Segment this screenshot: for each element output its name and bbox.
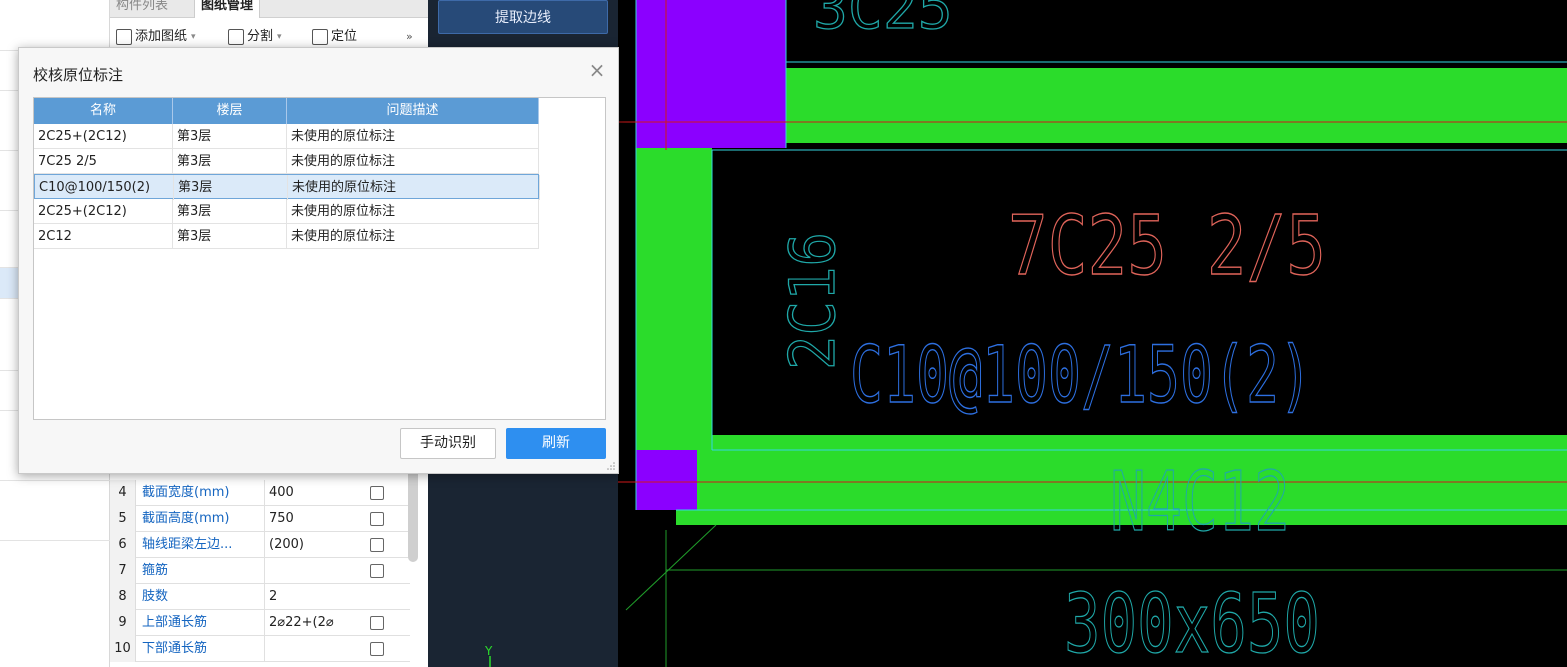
property-value[interactable]: (200) — [264, 532, 350, 558]
issue-table: 名称 楼层 问题描述 2C25+(2C12) 第3层 未使用的原位标注 7C25… — [33, 97, 606, 420]
add-drawing-icon — [116, 29, 132, 45]
chevron-down-icon: ▾ — [277, 32, 282, 42]
left-panel-selected-item[interactable] — [0, 268, 18, 298]
cell-floor: 第3层 — [173, 199, 287, 224]
cell-floor: 第3层 — [173, 124, 287, 149]
cad-drawing: 3C25 7C25 2/5 C10@100/150(2) 2C16 N4C12 … — [618, 0, 1567, 667]
property-name: 下部通长筋 — [142, 641, 208, 656]
split-button[interactable]: 分割 ▾ — [228, 26, 282, 48]
left-panel-divider — [0, 540, 110, 541]
resize-grip-icon[interactable] — [607, 462, 615, 470]
property-row[interactable]: 4 截面宽度(mm) 400 — [110, 480, 410, 506]
property-checkbox[interactable] — [370, 538, 384, 552]
cad-label-waist-rebar[interactable]: N4C12 — [1109, 454, 1290, 550]
manual-identify-button[interactable]: 手动识别 — [400, 428, 496, 459]
property-checkbox[interactable] — [370, 616, 384, 630]
top-left-column[interactable] — [636, 0, 786, 148]
table-row[interactable]: 2C12 第3层 未使用的原位标注 — [34, 224, 539, 249]
left-panel-divider — [0, 480, 110, 481]
cell-name: 7C25 2/5 — [34, 149, 173, 174]
property-value[interactable]: 2 — [264, 584, 350, 610]
table-row[interactable]: 2C25+(2C12) 第3层 未使用的原位标注 — [34, 199, 539, 224]
panel-tabs: 构件列表 图纸管理 — [110, 0, 428, 18]
tab-drawing-management[interactable]: 图纸管理 — [194, 0, 261, 18]
column-header-name[interactable]: 名称 — [34, 98, 173, 124]
property-checkbox[interactable] — [370, 642, 384, 656]
property-value[interactable]: 400 — [264, 480, 350, 506]
split-label: 分割 — [247, 29, 274, 44]
cell-floor: 第3层 — [173, 224, 287, 249]
cell-name: C10@100/150(2) — [35, 175, 174, 200]
cad-canvas[interactable]: 3C25 7C25 2/5 C10@100/150(2) 2C16 N4C12 … — [618, 0, 1567, 667]
cad-label-rebar[interactable]: 7C25 2/5 — [1007, 198, 1326, 294]
cell-issue: 未使用的原位标注 — [287, 124, 539, 149]
column-header-floor[interactable]: 楼层 — [173, 98, 287, 124]
check-annotation-dialog: 校核原位标注 × 名称 楼层 问题描述 2C25+(2C12) 第3层 未使用的… — [18, 47, 619, 474]
cad-label-stirrup[interactable]: C10@100/150(2) — [849, 330, 1312, 421]
property-name: 上部通长筋 — [142, 615, 208, 630]
table-row[interactable]: 2C25+(2C12) 第3层 未使用的原位标注 — [34, 124, 539, 149]
cell-issue: 未使用的原位标注 — [287, 199, 539, 224]
bottom-left-column[interactable] — [636, 450, 697, 510]
cad-label-section[interactable]: 300x650 — [1063, 576, 1320, 667]
cell-name: 2C25+(2C12) — [34, 199, 173, 224]
table-row-selected[interactable]: C10@100/150(2) 第3层 未使用的原位标注 — [34, 174, 540, 200]
property-row-number: 4 — [110, 480, 136, 506]
column-header-issue[interactable]: 问题描述 — [287, 98, 539, 124]
property-row[interactable]: 10 下部通长筋 — [110, 636, 410, 662]
table-row[interactable]: 7C25 2/5 第3层 未使用的原位标注 — [34, 149, 539, 174]
toolbar-more-button[interactable]: » — [406, 26, 413, 48]
cell-name: 2C12 — [34, 224, 173, 249]
property-value[interactable] — [264, 558, 350, 584]
locate-label: 定位 — [331, 29, 358, 44]
cell-floor: 第3层 — [173, 149, 287, 174]
property-row-number: 10 — [110, 636, 136, 662]
property-row-number: 8 — [110, 584, 136, 610]
property-row-number: 7 — [110, 558, 136, 584]
dialog-title: 校核原位标注 — [33, 66, 124, 84]
locate-button[interactable]: 定位 — [312, 26, 357, 48]
y-axis-label: Y — [484, 644, 493, 658]
property-value[interactable]: 2⌀22+(2⌀ — [264, 610, 350, 636]
add-drawing-button[interactable]: 添加图纸 ▾ — [116, 26, 196, 48]
y-axis-marker: Y — [484, 644, 493, 667]
property-row-number: 9 — [110, 610, 136, 636]
close-icon[interactable]: × — [587, 60, 607, 80]
cad-label-side-rebar[interactable]: 2C16 — [775, 231, 849, 370]
cad-label-top[interactable]: 3C25 — [812, 0, 953, 43]
tab-component-list[interactable]: 构件列表 — [110, 0, 174, 18]
property-value[interactable] — [264, 636, 350, 662]
property-checkbox[interactable] — [370, 486, 384, 500]
property-row[interactable]: 8 肢数 2 — [110, 584, 410, 610]
property-row[interactable]: 6 轴线距梁左边... (200) — [110, 532, 410, 558]
property-name: 截面高度(mm) — [142, 511, 230, 526]
cell-floor: 第3层 — [174, 175, 288, 200]
property-name: 轴线距梁左边... — [142, 537, 233, 552]
cell-issue: 未使用的原位标注 — [287, 224, 539, 249]
property-checkbox[interactable] — [370, 512, 384, 526]
property-row-number: 5 — [110, 506, 136, 532]
property-name: 肢数 — [142, 589, 169, 604]
property-row[interactable]: 5 截面高度(mm) 750 — [110, 506, 410, 532]
property-name: 箍筋 — [142, 563, 169, 578]
top-beam[interactable] — [786, 68, 1567, 143]
chevron-down-icon: ▾ — [191, 32, 196, 42]
property-row-number: 6 — [110, 532, 136, 558]
refresh-button[interactable]: 刷新 — [506, 428, 606, 459]
extract-edge-button[interactable]: 提取边线 — [438, 0, 608, 34]
property-row[interactable]: 9 上部通长筋 2⌀22+(2⌀ — [110, 610, 410, 636]
properties-scrollbar[interactable] — [408, 466, 418, 562]
property-row[interactable]: 7 箍筋 — [110, 558, 410, 584]
cell-name: 2C25+(2C12) — [34, 124, 173, 149]
property-checkbox[interactable] — [370, 564, 384, 578]
cell-issue: 未使用的原位标注 — [288, 175, 540, 200]
cell-issue: 未使用的原位标注 — [287, 149, 539, 174]
property-name: 截面宽度(mm) — [142, 485, 230, 500]
add-drawing-label: 添加图纸 — [135, 29, 188, 44]
split-icon — [228, 29, 244, 45]
locate-icon — [312, 29, 328, 45]
property-value[interactable]: 750 — [264, 506, 350, 532]
